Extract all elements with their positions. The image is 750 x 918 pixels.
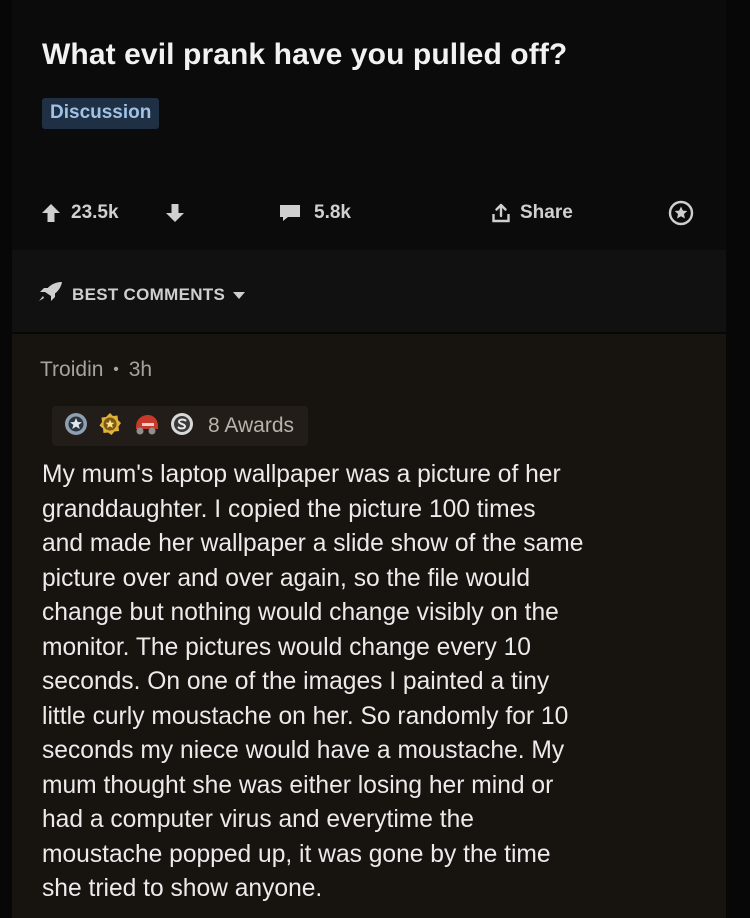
post-title[interactable]: What evil prank have you pulled off?: [42, 38, 567, 72]
gold-award-icon: [98, 412, 122, 441]
share-button[interactable]: Share: [490, 195, 573, 231]
comment-meta: Troidin • 3h: [40, 358, 152, 382]
share-icon: [490, 202, 512, 224]
upvote-arrow-icon: [40, 202, 62, 224]
comment-line: granddaughter. I copied the picture 100 …: [42, 495, 536, 523]
comment-line: change but nothing would change visibly …: [42, 599, 559, 626]
upvote-button[interactable]: [40, 195, 62, 231]
award-gift-icon: [668, 200, 694, 226]
comment-bubble-icon: [278, 202, 302, 224]
comment-line: seconds my niece would have a moustache.…: [42, 737, 565, 764]
post-card: What evil prank have you pulled off? Dis…: [12, 0, 726, 250]
comment-line: and made her wallpaper a slide show of t…: [42, 530, 584, 557]
comment-line: had a computer virus and everytime the: [42, 806, 474, 833]
sort-dropdown[interactable]: BEST COMMENTS: [36, 280, 246, 309]
sort-label: BEST COMMENTS: [72, 284, 226, 304]
comment-count: 5.8k: [314, 202, 351, 223]
comment-line: mum thought she was either losing her mi…: [42, 771, 554, 799]
share-label: Share: [520, 202, 573, 223]
comment-card: Troidin • 3h 8 Awards My mum's laptop wa…: [12, 334, 726, 918]
chevron-down-icon: [233, 285, 246, 305]
post-flair[interactable]: Discussion: [42, 98, 160, 129]
comment-line: monitor. The pictures would change every…: [42, 633, 531, 661]
silver-award-icon: [64, 412, 88, 441]
rocket-icon: [36, 280, 64, 309]
comment-author[interactable]: Troidin: [40, 358, 103, 381]
award-button[interactable]: [668, 195, 694, 231]
downvote-arrow-icon: [164, 202, 186, 224]
downvote-button[interactable]: [164, 195, 186, 231]
helmet-award-icon: [132, 412, 160, 441]
vote-count: 23.5k: [71, 202, 119, 223]
comment-line: seconds. On one of the images I painted …: [42, 668, 550, 695]
meta-separator: •: [113, 361, 119, 378]
comment-age: 3h: [128, 358, 153, 381]
comments-button[interactable]: 5.8k: [278, 195, 351, 231]
comment-body: My mum's laptop wallpaper was a picture …: [42, 458, 714, 907]
comment-line: moustache popped up, it was gone by the …: [42, 840, 551, 868]
comment-line: picture over and over again, so the file…: [42, 564, 531, 592]
comment-line: little curly moustache on her. So random…: [42, 702, 569, 730]
post-action-bar: 23.5k 5.8k Share: [12, 195, 726, 235]
awards-pill[interactable]: 8 Awards: [52, 406, 308, 446]
comment-line: My mum's laptop wallpaper was a picture …: [42, 461, 561, 488]
sort-bar: BEST COMMENTS: [12, 250, 726, 332]
awards-count: 8 Awards: [208, 414, 294, 437]
coin-award-icon: [170, 412, 194, 441]
comment-line: she tried to show anyone.: [42, 875, 323, 902]
